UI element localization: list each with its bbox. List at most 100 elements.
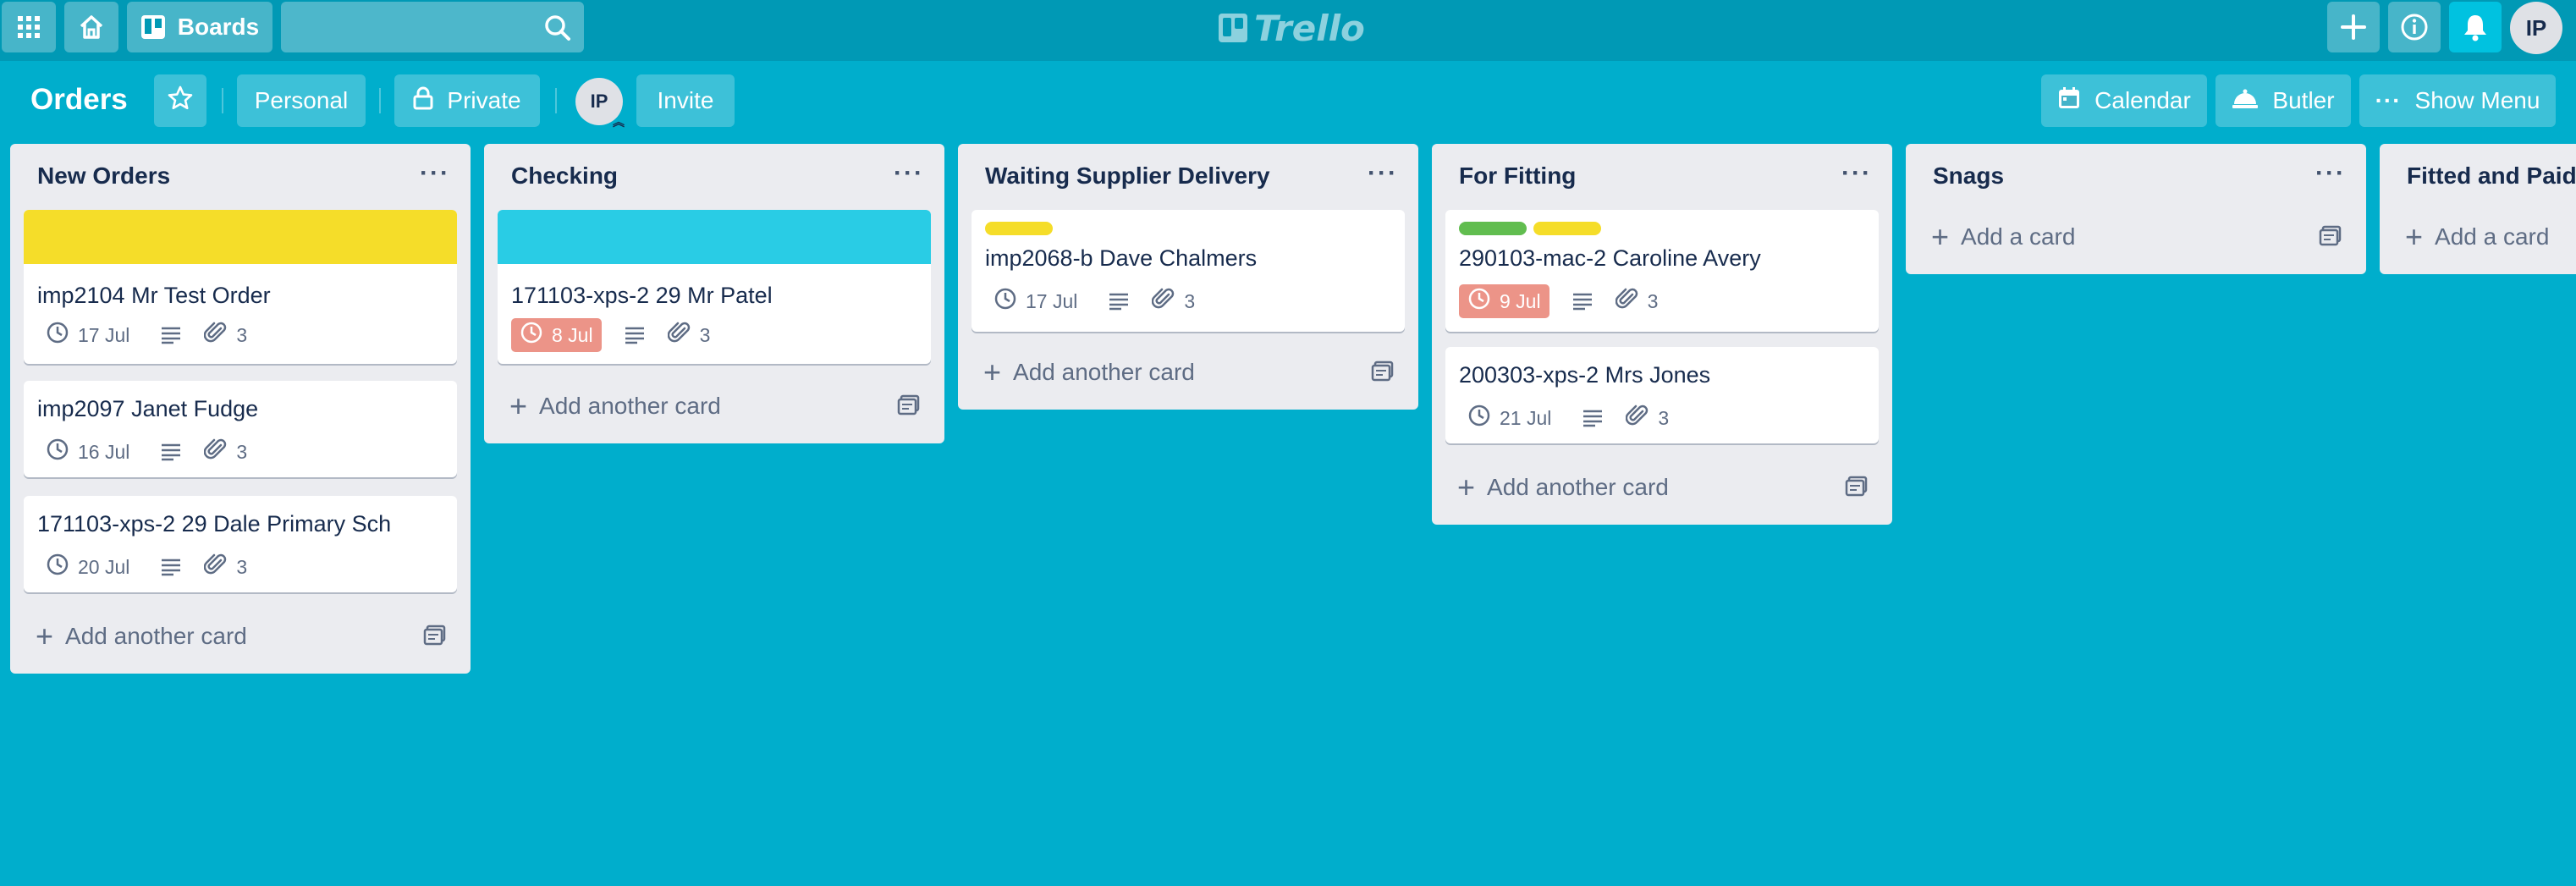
clock-icon <box>46 437 69 466</box>
star-board-button[interactable] <box>154 74 206 127</box>
list-title[interactable]: Snags <box>1933 162 2004 190</box>
list-menu-icon[interactable]: ··· <box>420 159 450 188</box>
description-icon <box>160 558 182 576</box>
invite-button[interactable]: Invite <box>636 74 735 127</box>
card[interactable]: 171103-xps-2 29 Dale Primary Sch 20 Jul … <box>24 496 457 592</box>
list-new-orders[interactable]: New Orders ··· imp2104 Mr Test Order 17 … <box>10 144 471 674</box>
card[interactable]: imp2068-b Dave Chalmers 17 Jul 3 <box>972 210 1405 332</box>
info-button[interactable] <box>2388 2 2441 52</box>
list-fitted-and-paid[interactable]: Fitted and Paid + Add a card <box>2380 144 2576 274</box>
due-date: 17 Jul <box>1026 289 1078 312</box>
card-template-icon[interactable] <box>423 625 447 652</box>
attachment-count: 3 <box>1184 289 1196 312</box>
add-card-label: Add a card <box>1961 223 2076 250</box>
list-waiting-supplier-delivery[interactable]: Waiting Supplier Delivery ··· imp2068-b … <box>958 144 1418 410</box>
label-green[interactable] <box>1459 222 1527 235</box>
show-menu-label: Show Menu <box>2414 87 2540 113</box>
card[interactable]: imp2097 Janet Fudge 16 Jul 3 <box>24 381 457 477</box>
list-menu-icon[interactable]: ··· <box>1841 159 1872 188</box>
list-snags[interactable]: Snags ··· + Add a card <box>1906 144 2366 274</box>
show-menu-button[interactable]: ··· Show Menu <box>2359 74 2556 127</box>
search-icon[interactable] <box>543 14 572 47</box>
add-card-button[interactable]: + Add another card <box>498 384 931 428</box>
due-date-badge[interactable]: 16 Jul <box>37 435 138 469</box>
apps-grid-button[interactable] <box>2 2 56 52</box>
card[interactable]: 200303-xps-2 Mrs Jones 21 Jul 3 <box>1445 347 1879 443</box>
list-title[interactable]: Waiting Supplier Delivery <box>985 162 1270 190</box>
card-template-icon[interactable] <box>897 394 921 422</box>
card[interactable]: imp2104 Mr Test Order 17 Jul 3 <box>24 210 457 364</box>
description-icon <box>1571 292 1593 311</box>
card-badges: 21 Jul 3 <box>1459 401 1669 435</box>
create-button[interactable] <box>2327 2 2380 52</box>
boards-button[interactable]: Boards <box>127 2 272 52</box>
attachment-badge: 3 <box>667 321 711 349</box>
butler-label: Butler <box>2272 87 2335 113</box>
list-title[interactable]: New Orders <box>37 162 170 190</box>
calendar-button[interactable]: Calendar <box>2041 74 2207 127</box>
clock-icon <box>1467 287 1491 316</box>
card-labels <box>1459 222 1601 235</box>
paperclip-icon <box>667 321 691 349</box>
paperclip-icon <box>204 321 228 349</box>
user-avatar[interactable]: IP <box>2510 2 2562 54</box>
search-input[interactable] <box>281 2 584 52</box>
plus-icon: + <box>1457 470 1476 504</box>
description-icon <box>1582 409 1604 427</box>
card[interactable]: 171103-xps-2 29 Mr Patel 8 Jul 3 <box>498 210 931 364</box>
due-date-badge-overdue[interactable]: 9 Jul <box>1459 284 1549 318</box>
info-icon <box>2400 13 2429 41</box>
card-title: 171103-xps-2 29 Dale Primary Sch <box>37 511 392 537</box>
card-title: imp2068-b Dave Chalmers <box>985 245 1258 271</box>
admin-chevron-icon: ︽ <box>613 115 625 129</box>
invite-label: Invite <box>657 87 714 113</box>
team-label: Personal <box>254 87 349 113</box>
due-date-badge[interactable]: 17 Jul <box>37 318 138 352</box>
boards-label: Boards <box>177 14 260 40</box>
description-icon <box>624 326 646 344</box>
card-template-icon[interactable] <box>2319 225 2342 253</box>
privacy-label: Private <box>447 87 521 113</box>
list-for-fitting[interactable]: For Fitting ··· 290103-mac-2 Caroline Av… <box>1432 144 1892 525</box>
attachment-count: 3 <box>699 323 711 346</box>
add-card-button[interactable]: + Add another card <box>24 614 457 658</box>
label-yellow[interactable] <box>1533 222 1601 235</box>
bell-icon <box>2462 13 2489 41</box>
plus-icon: + <box>2405 219 2424 254</box>
list-title[interactable]: Checking <box>511 162 618 190</box>
privacy-button[interactable]: Private <box>394 74 540 127</box>
due-date-badge[interactable]: 20 Jul <box>37 550 138 584</box>
list-title[interactable]: Fitted and Paid <box>2407 162 2576 190</box>
butler-button[interactable]: Butler <box>2215 74 2351 127</box>
notifications-button[interactable] <box>2449 2 2502 52</box>
list-menu-icon[interactable]: ··· <box>2315 159 2346 188</box>
card[interactable]: 290103-mac-2 Caroline Avery 9 Jul 3 <box>1445 210 1879 332</box>
list-menu-icon[interactable]: ··· <box>894 159 924 188</box>
list-title[interactable]: For Fitting <box>1459 162 1576 190</box>
due-date-badge-overdue[interactable]: 8 Jul <box>511 318 602 352</box>
paperclip-icon <box>1626 404 1649 432</box>
list-menu-icon[interactable]: ··· <box>1368 159 1398 188</box>
add-card-button[interactable]: + Add a card <box>2393 215 2576 259</box>
trello-logo-icon <box>1219 14 1247 42</box>
label-yellow[interactable] <box>985 222 1053 235</box>
due-date-badge[interactable]: 21 Jul <box>1459 401 1560 435</box>
add-card-button[interactable]: + Add another card <box>972 350 1405 394</box>
due-date: 21 Jul <box>1500 406 1552 429</box>
header-divider <box>222 88 223 113</box>
card-template-icon[interactable] <box>1845 476 1869 504</box>
list-checking[interactable]: Checking ··· 171103-xps-2 29 Mr Patel 8 … <box>484 144 944 443</box>
add-card-label: Add a card <box>2435 223 2550 250</box>
card-cover-yellow <box>24 210 457 264</box>
clock-icon <box>1467 404 1491 432</box>
member-avatar[interactable]: IP ︽ <box>575 78 625 129</box>
due-date-badge[interactable]: 17 Jul <box>985 284 1086 318</box>
home-button[interactable] <box>64 2 118 52</box>
trello-logo[interactable]: Trello <box>1219 3 1365 52</box>
add-card-button[interactable]: + Add a card <box>1919 215 2353 259</box>
add-card-button[interactable]: + Add another card <box>1445 465 1879 509</box>
board-title[interactable]: Orders <box>30 83 128 117</box>
card-template-icon[interactable] <box>1371 360 1395 388</box>
due-date: 9 Jul <box>1500 289 1541 312</box>
team-visibility-button[interactable]: Personal <box>237 74 366 127</box>
